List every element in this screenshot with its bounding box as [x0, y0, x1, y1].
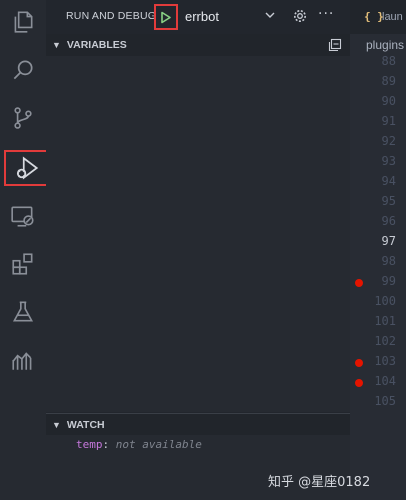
line-number: 96	[381, 214, 396, 228]
flask-icon[interactable]	[0, 292, 46, 332]
line-number: 89	[381, 74, 396, 88]
line-number: 98	[381, 254, 396, 268]
breakpoint-icon[interactable]	[355, 379, 363, 387]
source-control-icon[interactable]	[0, 98, 46, 138]
chevron-down-icon: ▼	[52, 40, 61, 50]
line-number: 90	[381, 94, 396, 108]
search-icon[interactable]	[0, 50, 46, 90]
remote-explorer-icon[interactable]	[0, 196, 46, 236]
extensions-icon[interactable]	[0, 244, 46, 284]
start-debugging-button[interactable]	[154, 4, 178, 30]
line-number: 93	[381, 154, 396, 168]
line-number: 101	[374, 314, 396, 328]
run-debug-icon[interactable]	[4, 150, 50, 186]
debug-toolbar: RUN AND DEBUG errbot ···	[46, 0, 350, 34]
watch-expression-colon: :	[102, 438, 110, 451]
line-number: 105	[374, 394, 396, 408]
watch-expression-name: temp	[76, 438, 103, 451]
breakpoint-icon[interactable]	[355, 279, 363, 287]
line-number: 102	[374, 334, 396, 348]
run-and-debug-title: RUN AND DEBUG	[66, 10, 157, 22]
chevron-down-icon: ▼	[52, 420, 61, 430]
breakpoint-icon[interactable]	[355, 359, 363, 367]
chevron-down-icon[interactable]	[264, 9, 276, 21]
breadcrumb[interactable]: plugins	[366, 38, 404, 52]
play-icon	[161, 11, 171, 23]
line-number: 94	[381, 174, 396, 188]
variables-title: VARIABLES	[66, 39, 127, 51]
watermark: 知乎 @星座0182	[268, 475, 371, 490]
variables-section-header[interactable]: ▼ VARIABLES	[46, 34, 350, 56]
line-number: 97	[381, 234, 396, 248]
launch-configuration-select[interactable]: errbot	[185, 9, 219, 24]
editor-tab[interactable]: { } laun	[350, 0, 406, 34]
editor-area: { } laun plugins 88 89 90 91 92 93 94 95 96 97 98 9…	[350, 0, 406, 500]
line-number: 100	[374, 294, 396, 308]
more-actions-button[interactable]: ···	[318, 6, 334, 22]
activity-bar	[0, 0, 50, 500]
collapse-all-icon[interactable]	[328, 38, 342, 52]
debug-sidebar: RUN AND DEBUG errbot ··· ▼ VARIABLES ▼ W…	[46, 0, 350, 500]
json-file-icon: { }	[364, 10, 384, 23]
watch-panel: temp: not available	[46, 435, 350, 500]
gear-icon[interactable]	[292, 8, 308, 24]
explorer-icon[interactable]	[0, 2, 46, 42]
line-number: 95	[381, 194, 396, 208]
watch-expression-value: not available	[115, 438, 202, 451]
variables-panel	[46, 56, 350, 412]
watch-expression[interactable]: temp: not available	[76, 438, 202, 451]
chart-icon[interactable]	[0, 340, 46, 380]
line-number: 92	[381, 134, 396, 148]
line-number: 91	[381, 114, 396, 128]
editor-tab-label: laun	[382, 11, 403, 23]
watch-section-header[interactable]: ▼ WATCH	[46, 413, 350, 436]
line-number: 88	[381, 54, 396, 68]
watch-title: WATCH	[66, 419, 105, 431]
